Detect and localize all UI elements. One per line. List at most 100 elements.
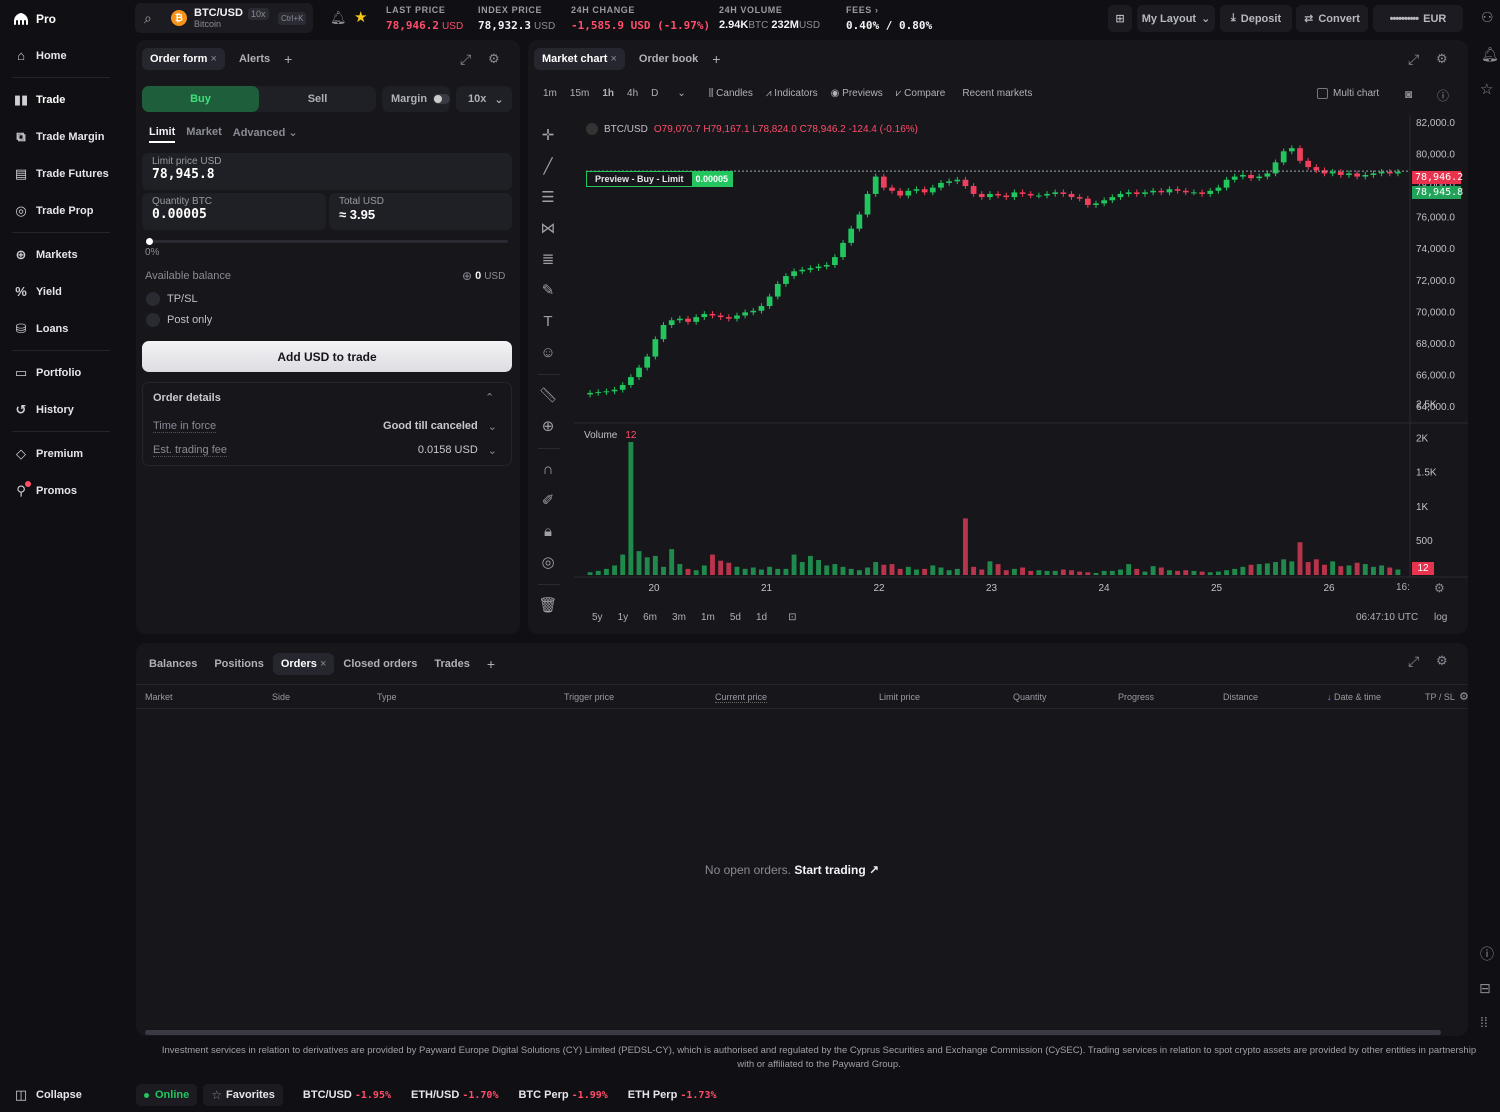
sell-button[interactable]: Sell bbox=[259, 86, 376, 112]
col-distance[interactable]: Distance bbox=[1223, 692, 1258, 702]
account-balance-button[interactable]: •••••••••• EUR bbox=[1373, 5, 1463, 32]
tab-limit[interactable]: Limit bbox=[149, 126, 176, 143]
timeframe-d[interactable]: D bbox=[651, 88, 658, 99]
quantity-slider[interactable] bbox=[146, 240, 508, 243]
apps-grid-icon[interactable]: ⁞⁞ bbox=[1480, 1014, 1488, 1030]
tab-orders[interactable]: Orders × bbox=[272, 653, 335, 675]
close-icon[interactable]: × bbox=[211, 53, 217, 65]
add-tab-icon[interactable]: + bbox=[284, 51, 292, 67]
expand-icon[interactable]: ⤢ bbox=[460, 51, 471, 68]
ticker-eth-usd[interactable]: ETH/USD -1.70% bbox=[411, 1089, 498, 1101]
chevron-down-icon[interactable]: ⌄ bbox=[677, 88, 685, 99]
time-in-force-select[interactable]: Good till canceled ⌄ bbox=[383, 420, 497, 433]
crosshair-icon[interactable]: ✛ bbox=[538, 126, 558, 146]
range-1y[interactable]: 1y bbox=[618, 612, 629, 623]
sidebar-item-trade-margin[interactable]: ⧉ Trade Margin bbox=[0, 118, 122, 155]
search-icon[interactable]: ⌕ bbox=[144, 10, 152, 27]
sidebar-item-history[interactable]: ↺ History bbox=[0, 391, 122, 428]
add-tab-icon[interactable]: + bbox=[712, 51, 720, 67]
lock-icon[interactable]: 🔒︎ bbox=[538, 522, 558, 542]
sidebar-item-trade[interactable]: ▮▮ Trade bbox=[0, 81, 122, 118]
slider-handle[interactable] bbox=[146, 238, 153, 245]
post-only-checkbox[interactable] bbox=[146, 313, 160, 327]
post-only-option[interactable]: Post only bbox=[146, 313, 212, 327]
timeframe-15m[interactable]: 15m bbox=[570, 88, 589, 99]
log-scale-toggle[interactable]: log bbox=[1434, 612, 1447, 623]
col-limit-price[interactable]: Limit price bbox=[879, 692, 920, 702]
sidebar-item-portfolio[interactable]: ▭ Portfolio bbox=[0, 354, 122, 391]
range-3m[interactable]: 3m bbox=[672, 612, 686, 623]
settings-sliders-icon[interactable]: ⚙ bbox=[488, 51, 500, 67]
sidebar-item-yield[interactable]: % Yield bbox=[0, 273, 122, 310]
buy-button[interactable]: Buy bbox=[142, 86, 259, 112]
sidebar-item-trade-prop[interactable]: ◎ Trade Prop bbox=[0, 192, 122, 229]
range-1d[interactable]: 1d bbox=[756, 612, 767, 623]
sidebar-item-premium[interactable]: ◇ Premium bbox=[0, 435, 122, 472]
col-trigger-price[interactable]: Trigger price bbox=[564, 692, 614, 702]
close-icon[interactable]: × bbox=[320, 658, 326, 670]
quantity-input[interactable]: 0.00005 bbox=[152, 207, 316, 222]
favorites-button[interactable]: ☆ Favorites bbox=[203, 1084, 283, 1106]
horizontal-lines-icon[interactable]: ☰ bbox=[538, 188, 558, 208]
add-usd-button[interactable]: Add USD to trade bbox=[142, 341, 512, 372]
col-date-time[interactable]: ↓ Date & time bbox=[1327, 692, 1381, 702]
bell-icon[interactable]: 🔔︎ bbox=[330, 10, 347, 26]
tab-balances[interactable]: Balances bbox=[149, 658, 197, 670]
tab-order-book[interactable]: Order book bbox=[639, 53, 698, 65]
chevron-up-icon[interactable]: ⌃ bbox=[485, 391, 494, 404]
quantity-field[interactable]: Quantity BTC 0.00005 bbox=[142, 193, 326, 230]
limit-price-input[interactable]: 78,945.8 bbox=[152, 167, 502, 182]
col-progress[interactable]: Progress bbox=[1118, 692, 1154, 702]
tab-advanced[interactable]: Advanced ⌄ bbox=[233, 126, 298, 143]
app-logo[interactable]: Pro bbox=[14, 12, 56, 26]
convert-button[interactable]: ⇄ Convert bbox=[1296, 5, 1368, 32]
ruler-icon[interactable]: 📏︎ bbox=[538, 386, 558, 406]
total-field[interactable]: Total USD ≈ 3.95 bbox=[329, 193, 512, 230]
sidebar-item-promos[interactable]: ⚲ Promos bbox=[0, 472, 122, 509]
collapse-button[interactable]: ◫ Collapse bbox=[0, 1076, 82, 1112]
calendar-icon[interactable]: ⊡ bbox=[788, 612, 796, 623]
help-circle-icon[interactable]: ⓘ bbox=[1437, 87, 1449, 104]
multi-chart-toggle[interactable]: Multi chart bbox=[1317, 88, 1379, 99]
tab-trades[interactable]: Trades bbox=[434, 658, 469, 670]
start-trading-link[interactable]: Start trading ↗ bbox=[794, 863, 879, 877]
notifications-icon[interactable]: 🔔︎ bbox=[1481, 46, 1499, 63]
range-6m[interactable]: 6m bbox=[643, 612, 657, 623]
emoji-icon[interactable]: ☺ bbox=[538, 343, 558, 363]
layout-grid-button[interactable]: ⊞ bbox=[1108, 5, 1132, 32]
watchlist-star-icon[interactable]: ☆ bbox=[1480, 80, 1493, 98]
help-icon[interactable]: ⓘ bbox=[1480, 944, 1494, 964]
col-quantity[interactable]: Quantity bbox=[1013, 692, 1047, 702]
expand-icon[interactable]: ⤢ bbox=[1408, 653, 1419, 670]
col-type[interactable]: Type bbox=[377, 692, 397, 702]
indicators-button[interactable]: ⩘ Indicators bbox=[766, 88, 818, 99]
col-current-price[interactable]: Current price bbox=[715, 692, 768, 703]
settings-sliders-icon[interactable]: ⚙ bbox=[1436, 653, 1448, 669]
tab-order-form[interactable]: Order form × bbox=[142, 48, 225, 70]
add-funds-icon[interactable]: ⊕ bbox=[462, 269, 472, 283]
fib-icon[interactable]: ≣ bbox=[538, 250, 558, 270]
horizontal-scrollbar[interactable] bbox=[145, 1030, 1441, 1035]
tab-market[interactable]: Market bbox=[186, 126, 221, 143]
expand-icon[interactable]: ⤢ bbox=[1408, 51, 1419, 68]
fees-stat[interactable]: FEES › 0.40% / 0.80% bbox=[846, 5, 932, 32]
margin-toggle[interactable]: Margin bbox=[382, 86, 450, 112]
book-icon[interactable]: ⊟ bbox=[1479, 980, 1491, 997]
range-5d[interactable]: 5d bbox=[730, 612, 741, 623]
sidebar-item-markets[interactable]: ⊕ Markets bbox=[0, 236, 122, 273]
sidebar-item-loans[interactable]: ⛁ Loans bbox=[0, 310, 122, 347]
ticker-eth-perp[interactable]: ETH Perp -1.73% bbox=[628, 1089, 717, 1101]
lock-drawing-icon[interactable]: ✐ bbox=[538, 491, 558, 511]
camera-icon[interactable]: ◙ bbox=[1405, 87, 1412, 101]
deposit-button[interactable]: ⤓ Deposit bbox=[1220, 5, 1292, 32]
compare-button[interactable]: ⩗ Compare bbox=[896, 88, 946, 99]
timeframe-4h[interactable]: 4h bbox=[627, 88, 638, 99]
multi-chart-checkbox[interactable] bbox=[1317, 88, 1328, 99]
tab-closed-orders[interactable]: Closed orders bbox=[343, 658, 417, 670]
previews-button[interactable]: ◉ Previews bbox=[831, 88, 883, 99]
tab-positions[interactable]: Positions bbox=[214, 658, 264, 670]
tpsl-checkbox[interactable] bbox=[146, 292, 160, 306]
sidebar-item-trade-futures[interactable]: ▤ Trade Futures bbox=[0, 155, 122, 192]
timeframe-1m[interactable]: 1m bbox=[543, 88, 557, 99]
col-tpsl[interactable]: TP / SL bbox=[1425, 692, 1455, 702]
